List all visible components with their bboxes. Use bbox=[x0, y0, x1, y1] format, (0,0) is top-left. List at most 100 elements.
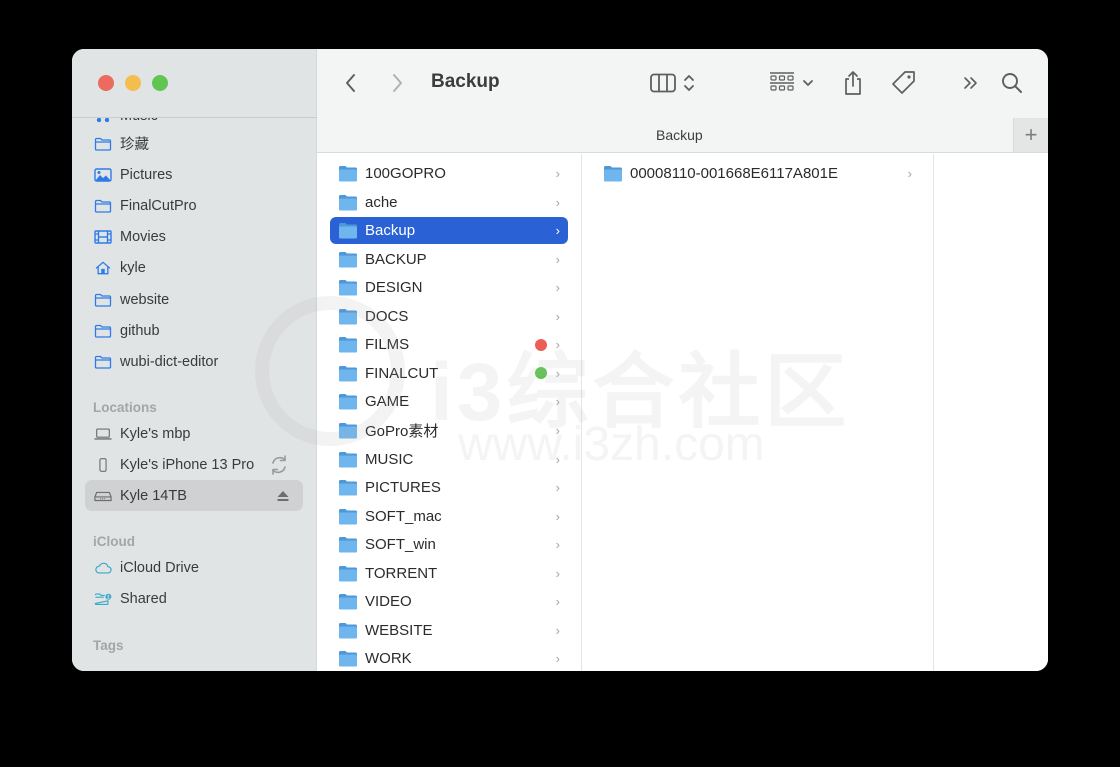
folder-row[interactable]: WORK › bbox=[330, 645, 568, 671]
home-icon bbox=[94, 261, 112, 275]
close-button[interactable] bbox=[98, 75, 114, 91]
sidebar-item-wubi-dict-editor[interactable]: wubi-dict-editor bbox=[85, 346, 303, 377]
folder-row[interactable]: BACKUP › bbox=[330, 246, 568, 273]
chevron-right-icon: › bbox=[555, 651, 560, 667]
tab-title[interactable]: Backup bbox=[656, 127, 703, 143]
folder-row[interactable]: 00008110-001668E6117A801E › bbox=[595, 160, 920, 187]
chevron-right-icon: › bbox=[555, 508, 560, 524]
sidebar-item-label: Music bbox=[120, 118, 158, 124]
folder-row[interactable]: PICTURES › bbox=[330, 474, 568, 501]
folder-row[interactable]: DOCS › bbox=[330, 303, 568, 330]
folder-name: 100GOPRO bbox=[365, 165, 446, 182]
folder-icon bbox=[338, 593, 358, 610]
folder-row[interactable]: GoPro素材 › bbox=[330, 417, 568, 444]
sidebar-scroll[interactable]: Music 珍藏 Pictures FinalCutPro Movies kyle webs… bbox=[72, 118, 317, 671]
chevron-right-icon: › bbox=[555, 280, 560, 296]
tags-header: Tags bbox=[93, 638, 124, 653]
folder-row[interactable]: GAME › bbox=[330, 388, 568, 415]
folder-row[interactable]: Backup › bbox=[330, 217, 568, 245]
sidebar-item-kyle[interactable]: kyle bbox=[85, 253, 303, 284]
folder-name: GoPro素材 bbox=[365, 422, 439, 440]
sync-icon[interactable] bbox=[268, 454, 290, 476]
music-icon bbox=[94, 118, 112, 123]
color-tag bbox=[535, 338, 547, 351]
eject-icon[interactable] bbox=[276, 489, 290, 503]
sidebar-item-kyle-s-mbp[interactable]: Kyle's mbp bbox=[85, 418, 303, 449]
sidebar-item-label: github bbox=[120, 322, 160, 339]
folder-name: FILMS bbox=[365, 336, 410, 354]
folder-row[interactable]: FINALCUT › bbox=[330, 360, 568, 387]
chevron-right-icon: › bbox=[555, 422, 560, 438]
group-button[interactable] bbox=[769, 69, 815, 97]
folder-name: TORRENT bbox=[365, 564, 438, 582]
new-tab-button[interactable]: + bbox=[1013, 118, 1048, 152]
folder-row[interactable]: FILMS › bbox=[330, 331, 568, 358]
sidebar-item-kyle-s-iphone-13-pro[interactable]: Kyle's iPhone 13 Pro bbox=[85, 449, 303, 480]
double-chevron-right-icon bbox=[964, 77, 977, 89]
back-button[interactable] bbox=[344, 69, 358, 97]
chevron-right-icon: › bbox=[555, 565, 560, 581]
external-drive-icon bbox=[94, 489, 112, 503]
folder-icon bbox=[338, 422, 358, 439]
window-controls bbox=[98, 75, 168, 91]
folder-row[interactable]: SOFT_mac › bbox=[330, 503, 568, 530]
sidebar-item-label: wubi-dict-editor bbox=[120, 353, 219, 370]
sidebar-item-kyle-14tb[interactable]: Kyle 14TB bbox=[85, 480, 303, 511]
folder-name: SOFT_win bbox=[365, 536, 436, 554]
zoom-button[interactable] bbox=[152, 75, 168, 91]
folder-row[interactable]: TORRENT › bbox=[330, 560, 568, 587]
folder-icon bbox=[94, 355, 112, 369]
column-2[interactable]: 00008110-001668E6117A801E › bbox=[582, 154, 934, 671]
sidebar-item-label: website bbox=[120, 291, 170, 308]
folder-icon bbox=[338, 165, 358, 182]
sidebar-item-finalcutpro[interactable]: FinalCutPro bbox=[85, 190, 303, 221]
folder-row[interactable]: ache › bbox=[330, 189, 568, 216]
tag-icon bbox=[892, 71, 915, 94]
forward-button[interactable] bbox=[390, 69, 404, 97]
sidebar-item-icloud-drive[interactable]: iCloud Drive bbox=[85, 552, 303, 583]
column-1[interactable]: 100GOPRO › ache › Backup › BACKUP › DESIGN › DOCS ›… bbox=[317, 154, 582, 671]
view-mode-button[interactable] bbox=[650, 69, 696, 97]
chevron-right-icon: › bbox=[555, 223, 560, 239]
sidebar-item-shared[interactable]: Shared bbox=[85, 584, 303, 615]
tag-button[interactable] bbox=[891, 69, 917, 97]
share-button[interactable] bbox=[843, 69, 863, 97]
column-3[interactable] bbox=[934, 154, 1048, 671]
chevron-right-icon: › bbox=[907, 166, 912, 181]
folder-name: GAME bbox=[365, 393, 410, 411]
folder-icon bbox=[338, 393, 358, 410]
sidebar-item-movies[interactable]: Movies bbox=[85, 222, 303, 253]
chevron-down-icon bbox=[803, 80, 813, 86]
folder-row[interactable]: VIDEO › bbox=[330, 588, 568, 615]
folder-row[interactable]: WEBSITE › bbox=[330, 617, 568, 644]
folder-icon bbox=[338, 279, 358, 296]
column-view-icon bbox=[650, 73, 676, 93]
sidebar-item-label: Kyle's mbp bbox=[120, 425, 191, 442]
folder-row[interactable]: DESIGN › bbox=[330, 274, 568, 301]
sidebar-item-pictures[interactable]: Pictures bbox=[85, 159, 303, 190]
folder-row[interactable]: 100GOPRO › bbox=[330, 160, 568, 187]
locations-header: Locations bbox=[93, 400, 157, 415]
folder-row[interactable]: MUSIC › bbox=[330, 446, 568, 473]
more-button[interactable] bbox=[962, 69, 980, 97]
folder-name: ache bbox=[365, 193, 398, 211]
search-button[interactable] bbox=[1001, 69, 1023, 97]
sidebar-item-github[interactable]: github bbox=[85, 315, 303, 346]
finder-window: Music 珍藏 Pictures FinalCutPro Movies kyle webs… bbox=[72, 49, 1048, 671]
sidebar-item-label: iCloud Drive bbox=[120, 559, 199, 576]
folder-name: MUSIC bbox=[365, 450, 414, 468]
chevron-right-icon: › bbox=[555, 394, 560, 410]
folder-icon bbox=[338, 451, 358, 468]
minimize-button[interactable] bbox=[125, 75, 141, 91]
chevron-right-icon: › bbox=[555, 194, 560, 210]
sidebar-item-item[interactable]: 珍藏 bbox=[85, 128, 303, 159]
chevron-right-icon: › bbox=[555, 365, 560, 381]
folder-name: PICTURES bbox=[365, 479, 441, 497]
folder-name: WORK bbox=[365, 650, 412, 668]
folder-row[interactable]: SOFT_win › bbox=[330, 531, 568, 558]
folder-name: BACKUP bbox=[365, 250, 427, 268]
sidebar-item-website[interactable]: website bbox=[85, 284, 303, 315]
search-icon bbox=[1002, 73, 1022, 93]
folder-name: FINALCUT bbox=[365, 364, 439, 382]
folder-name: DOCS bbox=[365, 307, 409, 325]
